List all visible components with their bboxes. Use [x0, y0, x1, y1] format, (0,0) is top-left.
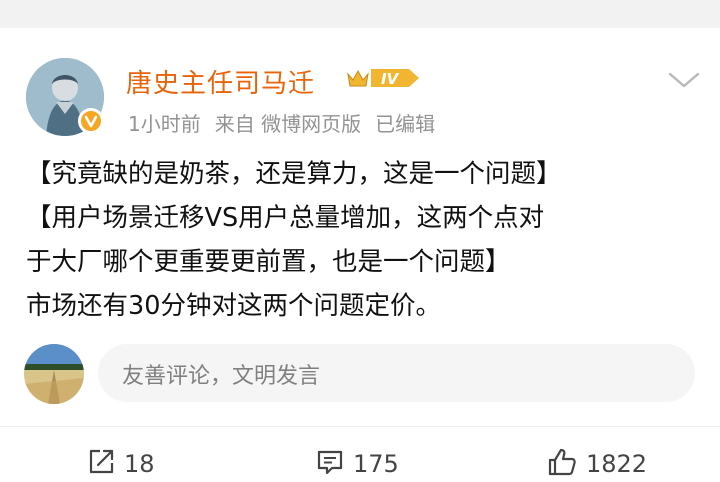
post-meta: 1小时前 来自 微博网页版 已编辑 — [128, 108, 449, 137]
share-count: 18 — [124, 450, 155, 478]
weibo-post-card: 唐史主任司马迁 IV 1小时前 来自 微博网页版 已编辑 【究竟缺的是奶茶，还是算力… — [0, 28, 720, 482]
post-source[interactable]: 来自 微博网页版 — [215, 112, 361, 136]
chevron-down-icon[interactable] — [666, 68, 702, 92]
share-icon — [86, 447, 116, 481]
share-button[interactable]: 18 — [86, 448, 155, 480]
svg-text:IV: IV — [381, 70, 400, 88]
comment-count: 175 — [353, 450, 399, 478]
like-button[interactable]: 1822 — [546, 448, 647, 480]
comment-icon — [315, 447, 345, 481]
verified-badge-icon — [78, 108, 104, 134]
divider — [0, 426, 720, 427]
content-line: 【究竟缺的是奶茶，还是算力，这是一个问题】 — [26, 159, 562, 189]
content-line: 市场还有30分钟对这两个问题定价。 — [26, 291, 441, 321]
content-line: 于大厂哪个更重要更前置，也是一个问题】 — [26, 247, 511, 277]
comment-input[interactable]: 友善评论，文明发言 — [98, 344, 695, 402]
thumbs-up-icon — [546, 447, 578, 481]
like-count: 1822 — [586, 450, 648, 478]
current-user-avatar[interactable] — [24, 344, 84, 404]
content-line: 【用户场景迁移VS用户总量增加，这两个点对 — [26, 203, 545, 233]
level-badge-icon: IV — [345, 65, 423, 95]
comment-placeholder: 友善评论，文明发言 — [122, 364, 321, 389]
top-strip — [0, 0, 720, 29]
post-time: 1小时前 — [128, 112, 201, 136]
post-content: 【究竟缺的是奶茶，还是算力，这是一个问题】 【用户场景迁移VS用户总量增加，这两… — [26, 152, 706, 328]
comment-button[interactable]: 175 — [315, 448, 399, 480]
edited-label[interactable]: 已编辑 — [375, 112, 435, 136]
author-name[interactable]: 唐史主任司马迁 — [126, 63, 315, 100]
